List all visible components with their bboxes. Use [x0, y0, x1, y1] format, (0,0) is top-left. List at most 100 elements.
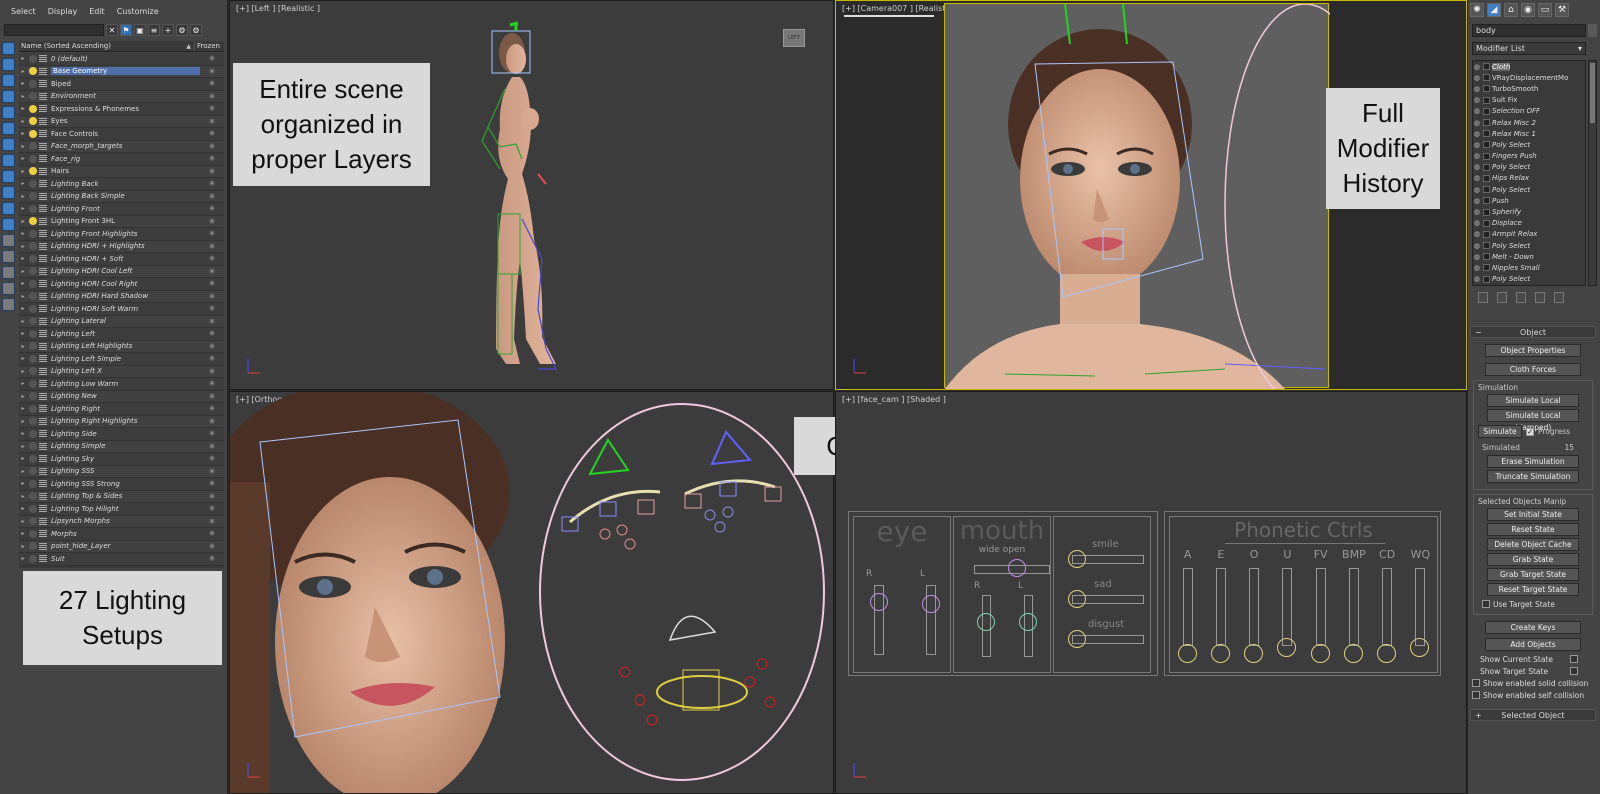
layer-row[interactable]: ▸ Biped ✳ [19, 78, 224, 91]
freeze-snowflake-icon[interactable]: ✳ [200, 229, 224, 238]
expand-box-icon[interactable] [1483, 275, 1490, 283]
expand-box-icon[interactable] [1483, 253, 1490, 261]
layer-row[interactable]: ▸ Lighting Simple ✳ [19, 440, 224, 453]
layer-row[interactable]: ▸ Expressions & Phonemes ✳ [19, 103, 224, 116]
freeze-snowflake-icon[interactable]: ✳ [200, 117, 224, 126]
phoneme-slider[interactable] [1282, 568, 1293, 646]
freeze-snowflake-icon[interactable]: ✳ [200, 467, 224, 476]
viewport-label[interactable]: [+] [face_cam ] [Shaded ] [842, 395, 946, 404]
layers-icon[interactable]: ≡ [148, 24, 160, 36]
lightbulb-icon[interactable] [29, 429, 37, 438]
freeze-snowflake-icon[interactable]: ✳ [200, 404, 224, 413]
freeze-snowflake-icon[interactable]: ✳ [200, 267, 224, 276]
expand-arrow-icon[interactable]: ▸ [19, 343, 27, 350]
freeze-snowflake-icon[interactable]: ✳ [200, 217, 224, 226]
modifier-row[interactable]: ◍ Poly Select [1473, 184, 1585, 195]
filter-xrefs-icon[interactable] [2, 154, 15, 167]
expand-arrow-icon[interactable]: ▸ [19, 480, 27, 487]
phoneme-slider[interactable] [1382, 568, 1393, 646]
expand-box-icon[interactable] [1483, 174, 1490, 182]
layer-row[interactable]: ▸ Lighting HDRI + Highlights ✳ [19, 240, 224, 253]
expand-arrow-icon[interactable]: ▸ [19, 230, 27, 237]
layer-row[interactable]: ▸ Lighting HDRI Cool Right ✳ [19, 278, 224, 291]
view-cube[interactable]: LEFT [783, 29, 805, 47]
lightbulb-icon[interactable]: ◍ [1473, 230, 1481, 238]
filter-cameras-icon[interactable] [2, 90, 15, 103]
phoneme-handle[interactable] [1244, 644, 1264, 663]
freeze-snowflake-icon[interactable]: ✳ [200, 129, 224, 138]
lightbulb-icon[interactable] [29, 192, 37, 201]
freeze-snowflake-icon[interactable]: ✳ [200, 254, 224, 263]
lightbulb-icon[interactable]: ◍ [1473, 141, 1481, 149]
freeze-snowflake-icon[interactable]: ✳ [200, 492, 224, 501]
modifier-row[interactable]: ◍ Hips Relax [1473, 173, 1585, 184]
freeze-snowflake-icon[interactable]: ✳ [200, 442, 224, 451]
layer-row[interactable]: ▸ 0 (default) ✳ [19, 53, 224, 66]
eye-r-handle[interactable] [870, 593, 888, 611]
lightbulb-icon[interactable] [29, 279, 37, 288]
layer-row[interactable]: ▸ Lighting Lateral ✳ [19, 315, 224, 328]
modifier-row[interactable]: ◍ Poly Select [1473, 139, 1585, 150]
expand-box-icon[interactable] [1483, 230, 1490, 238]
viewport-facecam[interactable]: [+] [face_cam ] [Shaded ] eye R L mouth … [835, 391, 1467, 794]
layer-row[interactable]: ▸ Base Geometry ✳ [19, 65, 224, 78]
filter-shapes-icon[interactable] [2, 58, 15, 71]
layer-row[interactable]: ▸ Hairs ✳ [19, 165, 224, 178]
show-current-state-checkbox[interactable] [1570, 655, 1578, 663]
layer-row[interactable]: ▸ Lighting Right ✳ [19, 403, 224, 416]
add-objects-button[interactable]: Add Objects [1485, 638, 1581, 651]
expand-arrow-icon[interactable]: ▸ [19, 468, 27, 475]
phoneme-slider[interactable] [1215, 568, 1226, 646]
progress-checkbox[interactable]: ✓ [1526, 427, 1534, 436]
configure-modifier-sets-icon[interactable] [1554, 292, 1564, 303]
expand-arrow-icon[interactable]: ▸ [19, 430, 27, 437]
expand-arrow-icon[interactable]: ▸ [19, 243, 27, 250]
expand-box-icon[interactable] [1483, 152, 1490, 160]
expand-box-icon[interactable] [1483, 163, 1490, 171]
expand-arrow-icon[interactable]: ▸ [19, 105, 27, 112]
layer-row[interactable]: ▸ Lighting Front ✳ [19, 203, 224, 216]
reset-state-button[interactable]: Reset State [1487, 523, 1579, 536]
layer-row[interactable]: ▸ Face Controls ✳ [19, 128, 224, 141]
layer-row[interactable]: ▸ Environment ✳ [19, 90, 224, 103]
object-color-swatch[interactable] [1588, 24, 1597, 37]
layer-row[interactable]: ▸ Lighting SSS ✳ [19, 465, 224, 478]
modifier-row[interactable]: ◍ Relax Misc 2 [1473, 117, 1585, 128]
layer-row[interactable]: ▸ Lighting SSS Strong ✳ [19, 478, 224, 491]
name-column-header[interactable]: Name (Sorted Ascending) [19, 41, 186, 51]
utilities-tab-icon[interactable]: ⚒ [1555, 3, 1569, 17]
grab-state-button[interactable]: Grab State [1487, 553, 1579, 566]
filter-icon[interactable]: ⚑ [120, 24, 132, 36]
lightbulb-icon[interactable]: ◍ [1473, 253, 1481, 261]
filter-frozen-icon[interactable] [2, 202, 15, 215]
object-rollout-header[interactable]: − Object [1470, 326, 1596, 338]
layer-row[interactable]: ▸ Lighting Top Hilight ✳ [19, 503, 224, 516]
lightbulb-icon[interactable] [29, 317, 37, 326]
filter-warps-icon[interactable] [2, 122, 15, 135]
layer-row[interactable]: ▸ Lighting New ✳ [19, 390, 224, 403]
set-initial-state-button[interactable]: Set Initial State [1487, 508, 1579, 521]
create-keys-button[interactable]: Create Keys [1485, 621, 1581, 634]
expand-box-icon[interactable] [1483, 186, 1490, 194]
modifier-row[interactable]: ◍ Spherify [1473, 206, 1585, 217]
lightbulb-icon[interactable] [29, 129, 37, 138]
phoneme-handle[interactable] [1277, 638, 1297, 657]
expand-arrow-icon[interactable]: ▸ [19, 330, 27, 337]
layer-row[interactable]: ▸ Lighting HDRI Soft Warm ✳ [19, 303, 224, 316]
menu-edit[interactable]: Edit [85, 7, 109, 19]
expand-arrow-icon[interactable]: ▸ [19, 168, 27, 175]
phoneme-handle[interactable] [1410, 638, 1430, 657]
lightbulb-icon[interactable]: ◍ [1473, 96, 1481, 104]
layer-row[interactable]: ▸ Lighting Right Highlights ✳ [19, 415, 224, 428]
expand-arrow-icon[interactable]: ▸ [19, 93, 27, 100]
wide-open-handle[interactable] [1008, 559, 1026, 577]
expand-arrow-icon[interactable]: ▸ [19, 555, 27, 562]
disgust-handle[interactable] [1068, 630, 1086, 648]
expand-arrow-icon[interactable]: ▸ [19, 305, 27, 312]
expand-box-icon[interactable] [1483, 208, 1490, 216]
lightbulb-icon[interactable]: ◍ [1473, 152, 1481, 160]
lightbulb-icon[interactable]: ◍ [1473, 163, 1481, 171]
smile-handle[interactable] [1068, 550, 1086, 568]
settings-icon[interactable]: ⚙ [176, 24, 188, 36]
phoneme-slider[interactable] [1182, 568, 1193, 646]
